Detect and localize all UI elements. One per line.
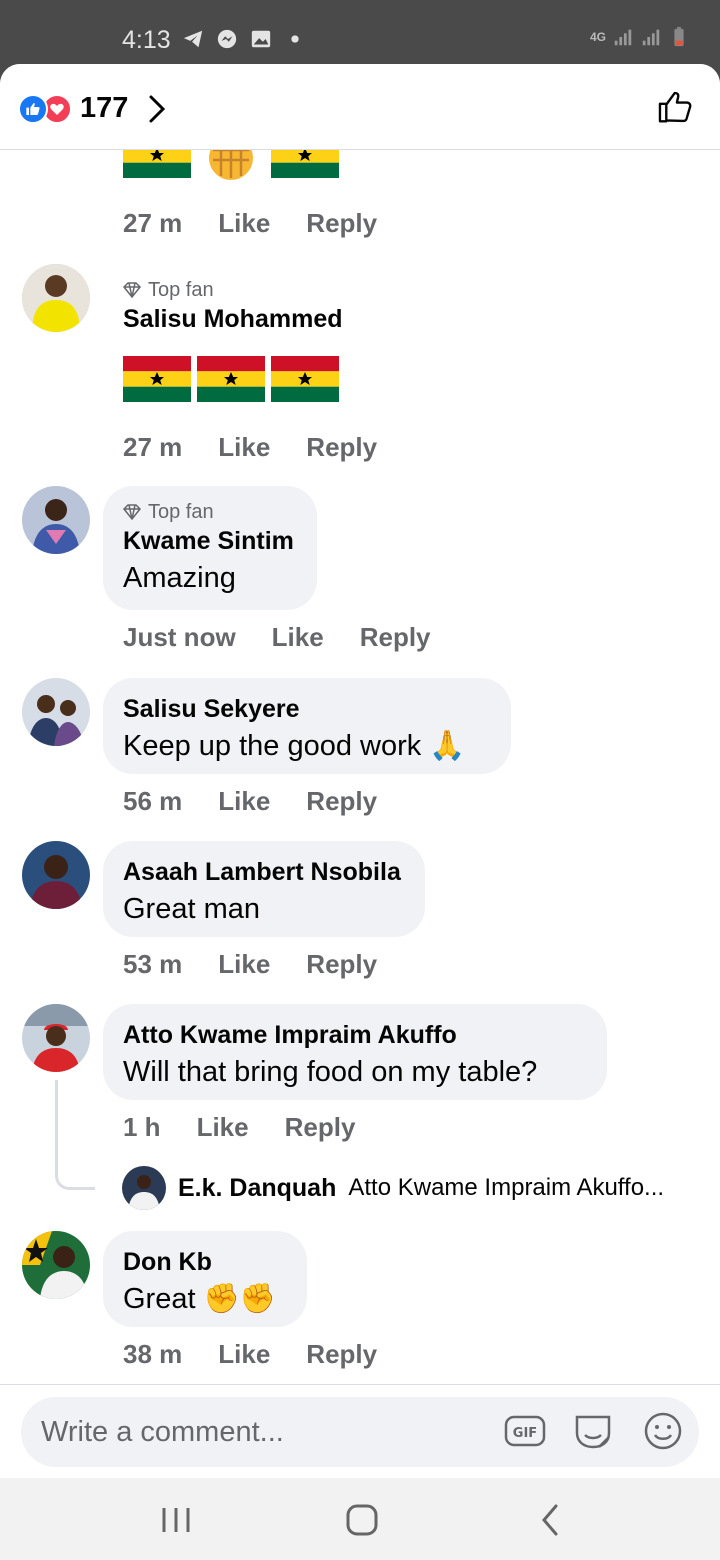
- avatar[interactable]: [22, 1231, 90, 1299]
- comment-bubble[interactable]: Atto Kwame Impraim Akuffo Will that brin…: [103, 1004, 607, 1100]
- ghana-flag-emoji: [123, 356, 191, 402]
- comment-item: Salisu Sekyere Keep up the good work 🙏 5…: [0, 678, 720, 828]
- commenter-name[interactable]: Salisu Sekyere: [123, 692, 491, 726]
- reply-text: Atto Kwame Impraim Akuffo...: [348, 1174, 665, 1201]
- comment-text: Amazing: [123, 562, 236, 594]
- home-icon[interactable]: [344, 1500, 380, 1540]
- system-navigation-bar: [0, 1478, 720, 1560]
- avatar[interactable]: [22, 678, 90, 746]
- commenter-name[interactable]: Atto Kwame Impraim Akuffo: [123, 1018, 587, 1052]
- network-label: 4G: [589, 30, 606, 44]
- diamond-icon: [123, 504, 141, 520]
- ghana-flag-emoji: [197, 356, 265, 402]
- telegram-icon: [183, 30, 203, 48]
- commenter-name[interactable]: Kwame Sintim: [123, 524, 297, 558]
- comment-item: Top fan Kwame Sintim Amazing Just now Li…: [0, 486, 720, 666]
- top-fan-badge: Top fan: [123, 278, 343, 302]
- comment-item: Asaah Lambert Nsobila Great man 53 m Lik…: [0, 841, 720, 991]
- commenter-name[interactable]: Asaah Lambert Nsobila: [123, 855, 405, 889]
- reactions-summary[interactable]: 177: [18, 92, 166, 125]
- recent-apps-icon[interactable]: [160, 1500, 192, 1540]
- comment-time: 1 h: [123, 1112, 161, 1142]
- comment-time: 56 m: [123, 786, 183, 816]
- comment-composer-bar: GIF: [0, 1384, 720, 1478]
- comment-text: Will that bring food on my table?: [123, 1056, 538, 1088]
- signal-icon-2: [642, 29, 660, 46]
- battery-icon: [674, 26, 684, 47]
- commenter-name[interactable]: Salisu Mohammed: [123, 302, 343, 336]
- comment-item: Top fan Salisu Mohammed 27 m Like Reply: [0, 264, 720, 474]
- ghana-flag-emoji: [271, 356, 339, 402]
- reply-thread-line: [55, 1080, 95, 1190]
- reply-author[interactable]: E.k. Danquah: [178, 1174, 336, 1203]
- gallery-icon: [251, 30, 271, 48]
- like-link[interactable]: Like: [218, 786, 270, 817]
- like-link[interactable]: Like: [197, 1112, 249, 1143]
- reply-link[interactable]: Reply: [306, 949, 377, 980]
- gif-icon[interactable]: GIF: [503, 1409, 547, 1453]
- like-reaction-icon: [18, 93, 48, 124]
- like-link[interactable]: Like: [218, 208, 270, 239]
- avatar[interactable]: [22, 841, 90, 909]
- reactions-header: 177: [0, 64, 720, 150]
- reaction-count: 177: [80, 92, 129, 124]
- like-link[interactable]: Like: [218, 1339, 270, 1370]
- comments-sheet: 177 27 m Like Reply Top fan Salisu Moham…: [0, 64, 720, 1478]
- emoji-icon[interactable]: [641, 1409, 685, 1453]
- comment-item: Don Kb Great ✊✊ 38 m Like Reply: [0, 1231, 720, 1381]
- messenger-icon: [217, 29, 237, 49]
- reply-link[interactable]: Reply: [360, 622, 431, 653]
- reply-link[interactable]: Reply: [306, 1339, 377, 1370]
- comment-item: 27 m Like Reply: [0, 132, 720, 250]
- comment-text: Great man: [123, 893, 260, 925]
- reply-link[interactable]: Reply: [306, 432, 377, 463]
- diamond-icon: [123, 282, 141, 298]
- comment-bubble[interactable]: Salisu Sekyere Keep up the good work 🙏: [103, 678, 511, 774]
- comment-time: Just now: [123, 622, 236, 652]
- status-bar: 4:13 4G: [0, 0, 720, 66]
- like-link[interactable]: Like: [218, 432, 270, 463]
- avatar[interactable]: [22, 486, 90, 554]
- avatar[interactable]: [22, 1004, 90, 1072]
- dot-icon: [291, 35, 299, 43]
- chevron-right-icon: [149, 95, 166, 122]
- comment-composer: GIF: [21, 1397, 699, 1467]
- reply-link[interactable]: Reply: [306, 208, 377, 239]
- like-link[interactable]: Like: [218, 949, 270, 980]
- svg-text:GIF: GIF: [513, 1426, 537, 1441]
- comment-input[interactable]: [41, 1411, 481, 1453]
- like-button-icon[interactable]: [656, 88, 694, 126]
- sticker-icon[interactable]: [571, 1409, 615, 1453]
- comment-time: 38 m: [123, 1339, 183, 1369]
- comment-text: Great ✊✊: [123, 1283, 276, 1315]
- reply-avatar: [122, 1166, 166, 1210]
- reply-preview[interactable]: E.k. Danquah Atto Kwame Impraim Akuffo..…: [122, 1166, 664, 1210]
- status-time: 4:13: [122, 26, 171, 54]
- comment-time: 27 m: [123, 432, 183, 462]
- comment-bubble[interactable]: Asaah Lambert Nsobila Great man: [103, 841, 425, 937]
- comment-time: 53 m: [123, 949, 183, 979]
- comment-time: 27 m: [123, 208, 183, 238]
- reply-link[interactable]: Reply: [285, 1112, 356, 1143]
- comment-text: Keep up the good work 🙏: [123, 730, 466, 762]
- avatar[interactable]: [22, 264, 90, 332]
- top-fan-badge: Top fan: [123, 500, 297, 524]
- back-icon[interactable]: [536, 1500, 564, 1540]
- comment-bubble[interactable]: Don Kb Great ✊✊: [103, 1231, 307, 1327]
- like-link[interactable]: Like: [272, 622, 324, 653]
- signal-icon: [614, 29, 632, 46]
- commenter-name[interactable]: Don Kb: [123, 1245, 287, 1279]
- comment-bubble[interactable]: Top fan Kwame Sintim Amazing: [103, 486, 317, 610]
- reply-link[interactable]: Reply: [306, 786, 377, 817]
